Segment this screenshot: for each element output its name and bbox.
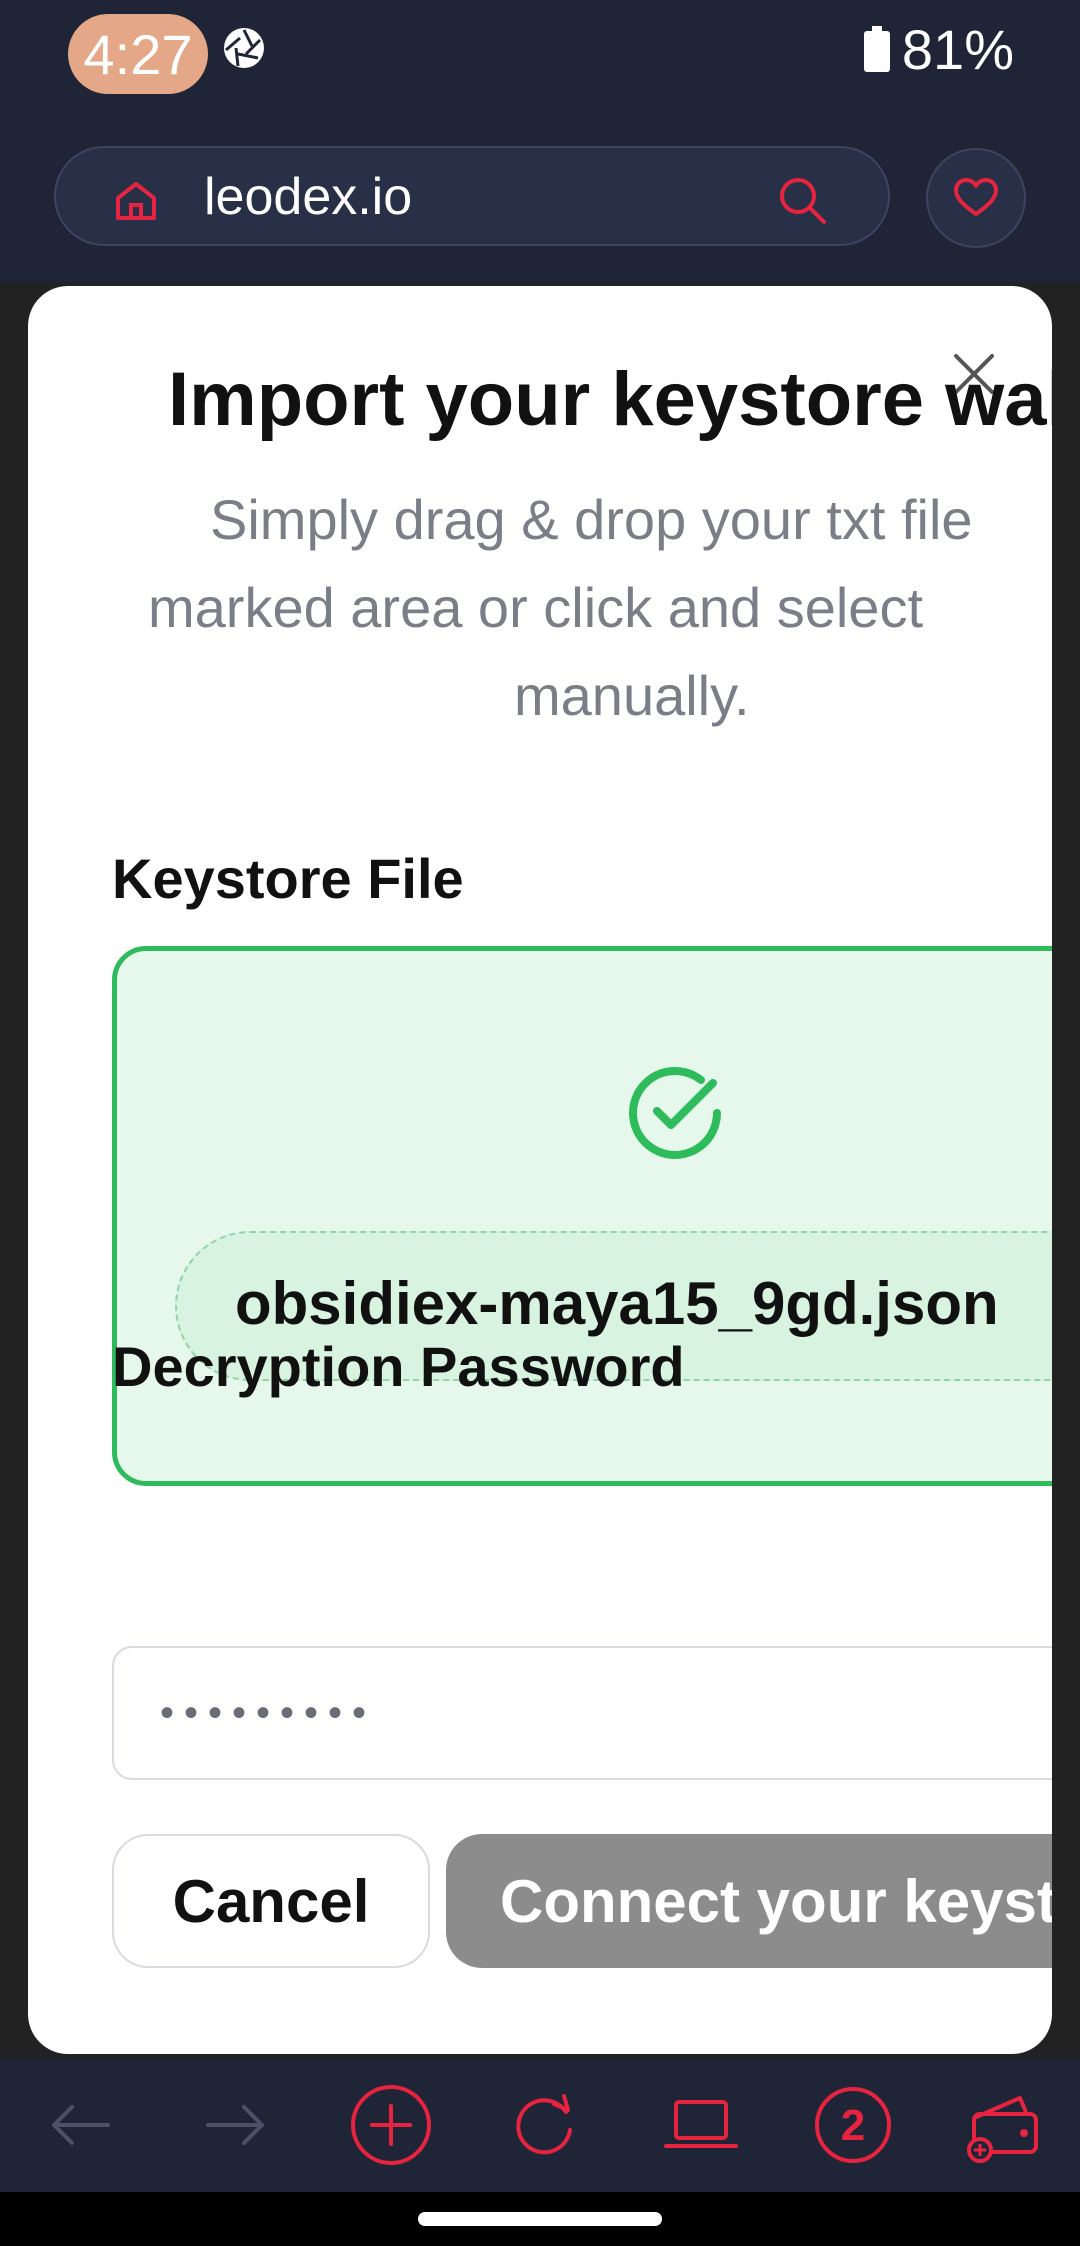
description-line: manually. [514,664,750,727]
import-keystore-modal: Import your keystore wal Simply drag & d… [28,286,1052,2054]
reload-button[interactable] [500,2080,590,2170]
modal-description: Simply drag & drop your txt file marked … [148,476,1052,740]
connect-keystore-button[interactable]: Connect your keyst [446,1834,1052,1968]
arrow-right-icon [206,2105,264,2145]
back-button[interactable] [36,2080,126,2170]
home-icon[interactable] [112,176,160,224]
battery-percent: 81% [901,17,1014,81]
desktop-mode-button[interactable] [656,2080,746,2170]
home-indicator[interactable] [418,2212,662,2226]
keystore-drop-zone[interactable]: obsidiex-maya15_9gd.json [112,946,1052,1486]
description-line: Simply drag & drop your txt file [210,488,973,551]
description-line: marked area or click and select [148,576,924,639]
forward-button[interactable] [190,2080,280,2170]
keystore-file-label: Keystore File [112,847,464,910]
battery-status: 81% [863,14,1014,84]
tab-count-icon: 2 [815,2087,891,2163]
wallet-button[interactable] [960,2080,1050,2170]
file-name: obsidiex-maya15_9gd.json [235,1270,999,1337]
address-bar[interactable]: leodex.io [54,146,890,246]
cancel-button[interactable]: Cancel [112,1834,430,1968]
tabs-button[interactable]: 2 [808,2080,898,2170]
search-icon[interactable] [776,174,828,226]
heart-icon [954,178,998,216]
browser-toolbar: 2 [0,2058,1080,2192]
decryption-password-label: Decryption Password [112,1335,685,1398]
laptop-icon [664,2100,738,2148]
arrow-left-icon [52,2105,110,2145]
favorite-button[interactable] [926,148,1026,248]
password-field[interactable]: ••••••••• [112,1646,1052,1780]
aperture-icon [224,28,264,68]
check-circle-icon [629,1067,721,1159]
wallet-icon [967,2096,1038,2163]
plus-circle-icon [351,2085,431,2165]
modal-title: Import your keystore wal [168,357,1052,442]
tab-count: 2 [841,2101,865,2150]
status-bar: 4:27 81% [0,0,1080,140]
new-tab-button[interactable] [346,2080,436,2170]
status-time: 4:27 [68,14,208,94]
url-text[interactable]: leodex.io [204,162,412,232]
battery-icon [863,26,890,72]
reload-icon [516,2094,572,2155]
